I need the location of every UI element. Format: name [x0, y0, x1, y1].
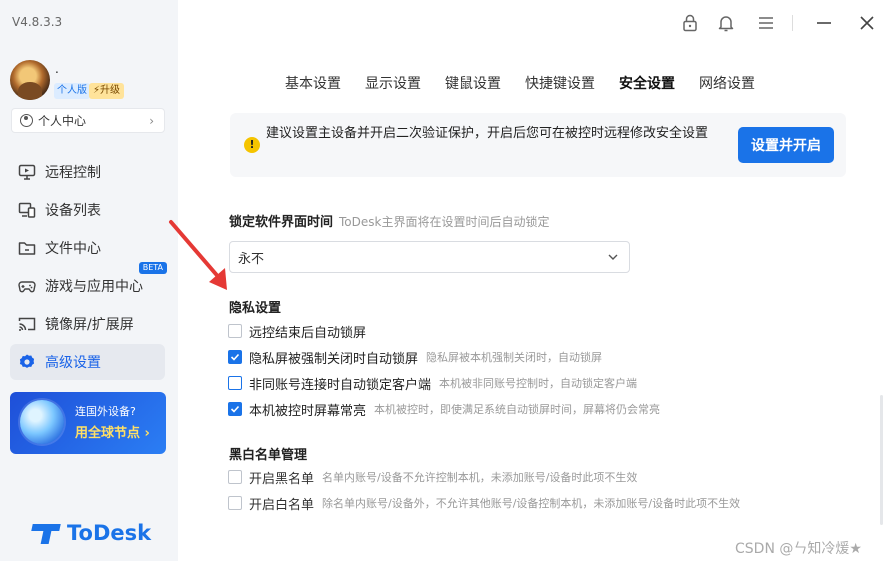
- todesk-logo-icon: [32, 521, 62, 545]
- settings-tabs: 基本设置 显示设置 键鼠设置 快捷键设置 安全设置 网络设置: [285, 73, 779, 93]
- todesk-logo: ToDesk: [32, 521, 151, 545]
- upgrade-button[interactable]: ⚡升级: [89, 83, 125, 99]
- sidebar-item-label: 远程控制: [45, 165, 101, 181]
- gamepad-icon: [18, 277, 36, 295]
- personal-center-label: 个人中心: [38, 114, 87, 128]
- monitor-icon: [18, 163, 36, 181]
- privacy-section-title: 隐私设置: [229, 301, 282, 316]
- checkbox-checked[interactable]: [228, 350, 242, 364]
- notice-text: 建议设置主设备并开启二次验证保护，开启后您可在被控时远程修改安全设置: [266, 126, 709, 141]
- globe-icon: [20, 400, 64, 444]
- whitelist-option-row[interactable]: 开启白名单 除名单内账号/设备外，不允许其他账号/设备控制本机，未添加账号/设备…: [228, 494, 741, 513]
- lock-icon[interactable]: [679, 12, 701, 34]
- option-label: 开启白名单: [249, 497, 315, 513]
- sidebar-item-file-center[interactable]: 文件中心: [10, 230, 165, 266]
- sidebar-item-label: 文件中心: [45, 241, 101, 257]
- sidebar-item-advanced-settings[interactable]: 高级设置: [10, 344, 165, 380]
- privacy-option-row[interactable]: 本机被控时屏幕常亮 本机被控时，即使满足系统自动锁屏时间，屏幕将仍会常亮: [228, 400, 661, 419]
- option-label: 非同账号连接时自动锁定客户端: [249, 377, 432, 393]
- app-version: V4.8.3.3: [12, 15, 63, 29]
- scrollbar[interactable]: [880, 395, 883, 525]
- promo-line2: 用全球节点 ›: [75, 426, 150, 441]
- cast-screen-icon: [18, 315, 36, 333]
- sidebar: V4.8.3.3 . 个人版 ⚡升级 个人中心 › 远程控制 设备列表 文件中心: [0, 0, 178, 561]
- option-hint: 除名单内账号/设备外，不允许其他账号/设备控制本机，未添加账号/设备时此项不生效: [322, 497, 741, 510]
- lock-time-hint: ToDesk主界面将在设置时间后自动锁定: [339, 215, 550, 229]
- edition-badge: 个人版: [54, 83, 90, 99]
- sidebar-item-label: 设备列表: [45, 203, 101, 219]
- blacklist-section-title: 黑白名单管理: [229, 448, 308, 463]
- sidebar-item-mirror-screen[interactable]: 镜像屏/扩展屏: [10, 306, 165, 342]
- privacy-option-row[interactable]: 远控结束后自动锁屏: [228, 322, 367, 341]
- checkmark-icon: [230, 353, 240, 361]
- checkbox[interactable]: [228, 324, 242, 338]
- tab-shortcut-settings[interactable]: 快捷键设置: [525, 73, 595, 93]
- chevron-down-icon: [607, 251, 619, 267]
- tab-network-settings[interactable]: 网络设置: [699, 73, 755, 93]
- two-factor-notice: ! 建议设置主设备并开启二次验证保护，开启后您可在被控时远程修改安全设置 设置并…: [230, 113, 846, 177]
- personal-center-button[interactable]: 个人中心 ›: [11, 108, 165, 133]
- upgrade-label: 升级: [100, 85, 121, 96]
- tab-security-settings[interactable]: 安全设置: [619, 73, 675, 93]
- annotation-arrow-icon: [169, 220, 227, 290]
- sidebar-item-remote-control[interactable]: 远程控制: [10, 154, 165, 190]
- devices-icon: [18, 201, 36, 219]
- sidebar-item-label: 高级设置: [45, 355, 101, 371]
- privacy-option-row[interactable]: 隐私屏被强制关闭时自动锁屏 隐私屏被本机强制关闭时，自动锁屏: [228, 348, 603, 367]
- username: .: [55, 62, 59, 76]
- gear-icon: [18, 353, 36, 371]
- beta-badge: BETA: [138, 262, 167, 274]
- option-hint: 本机被非同账号控制时，自动锁定客户端: [439, 377, 638, 390]
- option-label: 远控结束后自动锁屏: [249, 325, 367, 341]
- option-label: 本机被控时屏幕常亮: [249, 403, 367, 419]
- tab-display-settings[interactable]: 显示设置: [365, 73, 421, 93]
- option-hint: 名单内账号/设备不允许控制本机，未添加账号/设备时此项不生效: [322, 471, 638, 484]
- setup-and-enable-button[interactable]: 设置并开启: [738, 127, 834, 163]
- lock-time-section-title: 锁定软件界面时间 ToDesk主界面将在设置时间后自动锁定: [229, 211, 549, 230]
- user-icon: [20, 114, 33, 127]
- checkbox[interactable]: [228, 496, 242, 510]
- checkmark-icon: [230, 405, 240, 413]
- bell-icon[interactable]: [715, 12, 737, 34]
- option-hint: 本机被控时，即使满足系统自动锁屏时间，屏幕将仍会常亮: [374, 403, 661, 416]
- lock-time-title: 锁定软件界面时间: [229, 215, 334, 230]
- checkbox-checked[interactable]: [228, 402, 242, 416]
- tab-basic-settings[interactable]: 基本设置: [285, 73, 341, 93]
- sidebar-nav: 远程控制 设备列表 文件中心 游戏与应用中心 BETA 镜像屏/扩展屏 高级设置: [10, 154, 167, 382]
- titlebar-divider: [792, 15, 793, 31]
- option-hint: 隐私屏被本机强制关闭时，自动锁屏: [426, 351, 603, 364]
- warning-icon: !: [244, 137, 260, 153]
- sidebar-item-label: 游戏与应用中心: [45, 279, 143, 295]
- chevron-right-icon: ›: [149, 113, 154, 128]
- close-icon[interactable]: [856, 12, 878, 34]
- watermark: CSDN @ㄣ知冷煖★: [735, 541, 862, 557]
- lock-time-selected-value: 永不: [238, 251, 265, 267]
- blacklist-option-row[interactable]: 开启黑名单 名单内账号/设备不允许控制本机，未添加账号/设备时此项不生效: [228, 468, 638, 487]
- sidebar-item-game-app-center[interactable]: 游戏与应用中心 BETA: [10, 262, 167, 304]
- option-label: 隐私屏被强制关闭时自动锁屏: [249, 351, 419, 367]
- checkbox[interactable]: [228, 470, 242, 484]
- folder-icon: [18, 239, 36, 257]
- option-label: 开启黑名单: [249, 471, 315, 487]
- avatar[interactable]: [10, 60, 50, 100]
- sidebar-item-label: 镜像屏/扩展屏: [45, 317, 134, 333]
- menu-icon[interactable]: [755, 12, 777, 34]
- lock-time-select[interactable]: 永不: [229, 241, 630, 273]
- sidebar-item-device-list[interactable]: 设备列表: [10, 192, 165, 228]
- tab-keyboard-mouse-settings[interactable]: 键鼠设置: [445, 73, 501, 93]
- checkbox[interactable]: [228, 376, 242, 390]
- promo-line1: 连国外设备?: [75, 405, 136, 418]
- global-node-promo-banner[interactable]: 连国外设备? 用全球节点 ›: [10, 392, 166, 454]
- logo-text: ToDesk: [67, 521, 152, 545]
- privacy-option-row[interactable]: 非同账号连接时自动锁定客户端 本机被非同账号控制时，自动锁定客户端: [228, 374, 638, 393]
- lightning-icon: ⚡: [93, 85, 101, 96]
- minimize-icon[interactable]: [813, 12, 835, 34]
